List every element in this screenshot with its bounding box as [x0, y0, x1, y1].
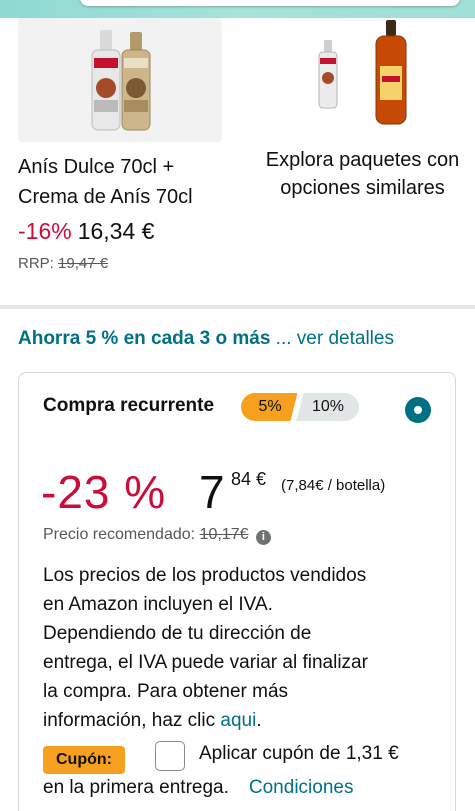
vat-line6: información, haz clic aqui. [43, 706, 443, 735]
explore-line2: opciones similares [280, 177, 445, 199]
coupon-checkbox[interactable] [155, 741, 185, 771]
vat-line2: en Amazon incluyen el IVA. [43, 594, 273, 615]
vat-line6-text: información, haz clic [43, 710, 216, 731]
subscription-option-card[interactable]: Compra recurrente 5% 10% -23 % 7 84 € (7… [18, 372, 456, 811]
coupon-text[interactable]: Aplicar cupón de 1,31 € [199, 743, 399, 765]
explore-bottles-image [318, 20, 407, 125]
product-price: -16% 16,34 € [18, 218, 154, 245]
explore-image[interactable] [300, 18, 430, 128]
product-rrp: RRP: 19,47 € [18, 255, 108, 272]
product-discount: -16% [18, 218, 72, 244]
unit-price: (7,84€ / botella) [281, 477, 386, 494]
product-price-value: 16,34 € [77, 218, 155, 244]
info-icon[interactable]: i [255, 530, 271, 545]
discount-tier-10: 10% [297, 393, 359, 421]
rrp-value: 19,47 € [58, 255, 109, 272]
search-bar[interactable] [80, 0, 460, 6]
vat-line3: Dependiendo de tu dirección de [43, 623, 312, 644]
product-title-line1: Anís Dulce 70cl + [18, 156, 175, 178]
bottles-image [91, 30, 151, 131]
product-image[interactable] [18, 18, 222, 142]
vat-notice: Los precios de los productos vendidos en… [43, 561, 443, 735]
subscription-price-whole: 7 [199, 466, 225, 518]
savings-text: Ahorra 5 % en cada 3 o más [18, 328, 271, 349]
subscription-price-fraction: 84 € [231, 469, 267, 489]
explore-line1: Explora paquetes con [265, 149, 460, 171]
recommended-value: 10,17€ [199, 526, 249, 543]
coupon-first-delivery: en la primera entrega. [43, 777, 229, 798]
subscription-title: Compra recurrente [43, 395, 215, 416]
subscription-discount: -23 % [41, 466, 167, 518]
savings-offer[interactable]: Ahorra 5 % en cada 3 o más ... ver detal… [18, 328, 394, 350]
coupon-badge: Cupón: [43, 746, 125, 774]
vat-line5: la compra. Para obtener más [43, 681, 289, 702]
savings-details-link[interactable]: ... ver detalles [276, 328, 394, 349]
product-title[interactable]: Anís Dulce 70cl + Crema de Anís 70cl [18, 152, 228, 212]
radio-selected-dot [414, 406, 422, 414]
recommended-label: Precio recomendado: [43, 526, 196, 543]
recommended-price: Precio recomendado: 10,17€ i [43, 526, 271, 545]
vat-info-link[interactable]: aqui [220, 710, 256, 731]
rrp-label: RRP: [18, 255, 54, 272]
coupon-conditions-link[interactable]: Condiciones [249, 777, 354, 798]
explore-similar-link[interactable]: Explora paquetes con opciones similares [250, 146, 475, 202]
vat-line4: entrega, el IVA puede variar al finaliza… [43, 652, 368, 673]
product-title-line2: Crema de Anís 70cl [18, 186, 193, 208]
discount-tier-5: 5% [241, 393, 299, 421]
coupon-line2: en la primera entrega. Condiciones [43, 777, 353, 799]
vat-line1: Los precios de los productos vendidos [43, 565, 367, 586]
subscription-radio-button[interactable] [405, 397, 431, 423]
vat-line6-end: . [256, 710, 262, 731]
section-divider [0, 305, 475, 309]
